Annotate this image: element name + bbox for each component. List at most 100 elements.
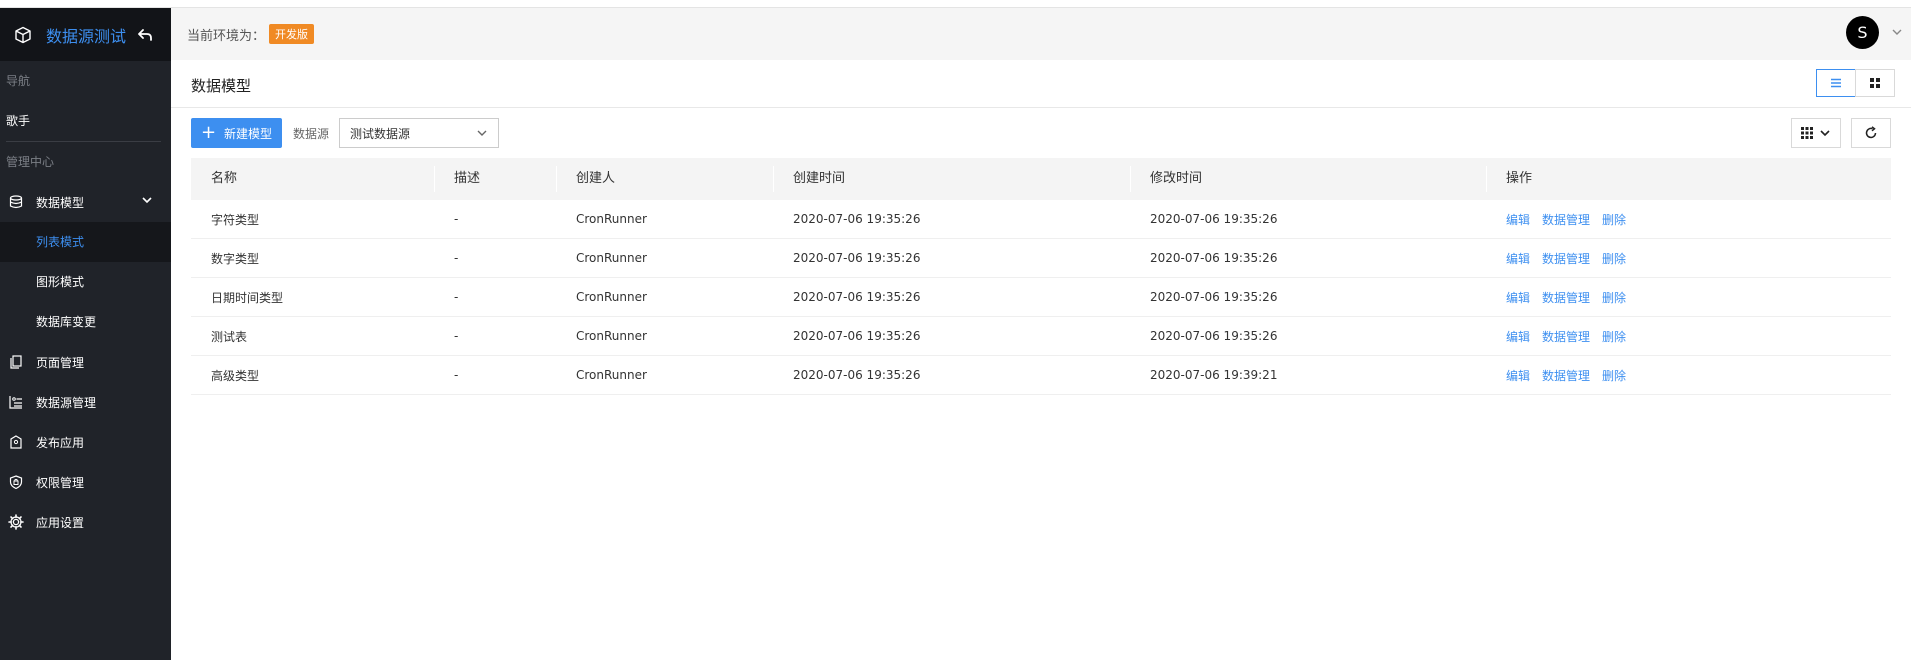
cell-name: 日期时间类型 [211, 290, 284, 305]
chevron-down-icon [141, 194, 153, 209]
sidebar-sub-graph-mode[interactable]: 图形模式 [0, 262, 171, 302]
sidebar-item-label: 应用设置 [36, 515, 85, 530]
sidebar-item-label: 权限管理 [36, 475, 85, 490]
cell-desc: - [454, 329, 459, 343]
nav-section-label: 导航 [6, 74, 31, 88]
table-row: 日期时间类型 - CronRunner 2020-07-06 19:35:26 2020… [191, 278, 1891, 317]
cell-creator: CronRunner [576, 368, 647, 382]
sidebar-item-pages[interactable]: 页面管理 [0, 342, 171, 382]
sidebar-sub-list-mode[interactable]: 列表模式 [0, 222, 171, 262]
cell-modified: 2020-07-06 19:35:26 [1150, 212, 1278, 226]
refresh-icon [1865, 126, 1877, 139]
cell-created: 2020-07-06 19:35:26 [793, 329, 921, 343]
datasource-select[interactable]: 测试数据源 [339, 118, 499, 148]
cell-creator: CronRunner [576, 251, 647, 265]
table-body: 字符类型 - CronRunner 2020-07-06 19:35:26 2020-0… [191, 200, 1891, 395]
avatar[interactable]: S [1846, 16, 1879, 49]
cell-actions: 编辑 数据管理 删除 [1486, 211, 1891, 228]
delete-link[interactable]: 删除 [1602, 252, 1626, 266]
edit-link[interactable]: 编辑 [1506, 252, 1530, 266]
app-root: 数据源测试 导航 歌手 管理中心 数据模型 列表模式 图形模式 数据库变更 页面… [0, 0, 1911, 660]
column-header-created: 创建时间 [773, 158, 1130, 200]
delete-link[interactable]: 删除 [1602, 213, 1626, 227]
admin-section-label: 管理中心 [6, 155, 55, 169]
datasource-value: 测试数据源 [350, 126, 411, 141]
cell-modified: 2020-07-06 19:35:26 [1150, 251, 1278, 265]
cell-desc: - [454, 290, 459, 304]
table-row: 测试表 - CronRunner 2020-07-06 19:35:26 2020-07… [191, 317, 1891, 356]
column-header-actions: 操作 [1486, 158, 1891, 200]
page-title: 数据模型 [191, 77, 252, 95]
column-header-modified: 修改时间 [1130, 158, 1486, 200]
sidebar: 数据源测试 导航 歌手 管理中心 数据模型 列表模式 图形模式 数据库变更 页面… [0, 8, 171, 660]
cell-actions: 编辑 数据管理 删除 [1486, 289, 1891, 306]
cell-created: 2020-07-06 19:35:26 [793, 251, 921, 265]
datasource-icon [8, 394, 24, 410]
sidebar-item-singer[interactable]: 歌手 [0, 101, 171, 141]
shield-icon [8, 474, 24, 490]
database-icon [8, 194, 24, 210]
cell-modified: 2020-07-06 19:39:21 [1150, 368, 1278, 382]
table-header: 名称 描述 创建人 创建时间 修改时间 操作 [191, 158, 1891, 200]
sidebar-item-publish[interactable]: 发布应用 [0, 422, 171, 462]
sidebar-item-label: 数据源管理 [36, 395, 97, 410]
sidebar-item-settings[interactable]: 应用设置 [0, 502, 171, 542]
chevron-down-icon[interactable] [1891, 26, 1903, 41]
data-manage-link[interactable]: 数据管理 [1542, 330, 1590, 344]
sidebar-item-label: 数据模型 [36, 195, 85, 210]
list-icon [1831, 78, 1841, 88]
top-edge [0, 0, 1911, 8]
back-icon[interactable] [135, 25, 155, 45]
cube-icon [12, 24, 34, 46]
cell-created: 2020-07-06 19:35:26 [793, 290, 921, 304]
new-model-button[interactable]: + 新建模型 [191, 118, 282, 148]
toolbar: + 新建模型 数据源 测试数据源 [171, 108, 1911, 158]
env-badge: 开发版 [269, 24, 315, 44]
app-header: 数据源测试 [0, 8, 171, 61]
sidebar-sub-db-change[interactable]: 数据库变更 [0, 302, 171, 342]
cell-actions: 编辑 数据管理 删除 [1486, 367, 1891, 384]
grid-view-button[interactable] [1855, 69, 1895, 97]
table-row: 高级类型 - CronRunner 2020-07-06 19:35:26 2020-0… [191, 356, 1891, 395]
chevron-down-icon [476, 127, 488, 142]
data-manage-link[interactable]: 数据管理 [1542, 213, 1590, 227]
publish-icon [8, 434, 24, 450]
refresh-button[interactable] [1851, 118, 1891, 148]
sidebar-item-data-model[interactable]: 数据模型 [0, 182, 171, 222]
sidebar-item-permissions[interactable]: 权限管理 [0, 462, 171, 502]
cell-name: 高级类型 [211, 368, 260, 383]
table-row: 数字类型 - CronRunner 2020-07-06 19:35:26 2020-0… [191, 239, 1891, 278]
sidebar-item-datasource[interactable]: 数据源管理 [0, 382, 171, 422]
top-bar: 当前环境为： 开发版 S [171, 8, 1911, 60]
data-manage-link[interactable]: 数据管理 [1542, 291, 1590, 305]
data-manage-link[interactable]: 数据管理 [1542, 369, 1590, 383]
grid-icon [1870, 78, 1880, 88]
edit-link[interactable]: 编辑 [1506, 213, 1530, 227]
column-settings-button[interactable] [1791, 118, 1841, 148]
cell-desc: - [454, 212, 459, 226]
gear-icon [8, 514, 24, 530]
edit-link[interactable]: 编辑 [1506, 291, 1530, 305]
column-header-name: 名称 [211, 171, 238, 186]
delete-link[interactable]: 删除 [1602, 291, 1626, 305]
models-table: 名称 描述 创建人 创建时间 修改时间 操作 字符类型 - CronRunner 20… [191, 158, 1891, 395]
column-header-creator: 创建人 [556, 158, 773, 200]
cell-modified: 2020-07-06 19:35:26 [1150, 329, 1278, 343]
cell-created: 2020-07-06 19:35:26 [793, 212, 921, 226]
new-model-label: 新建模型 [224, 126, 273, 141]
cell-actions: 编辑 数据管理 删除 [1486, 328, 1891, 345]
data-manage-link[interactable]: 数据管理 [1542, 252, 1590, 266]
list-view-button[interactable] [1816, 69, 1856, 97]
delete-link[interactable]: 删除 [1602, 369, 1626, 383]
edit-link[interactable]: 编辑 [1506, 330, 1530, 344]
sidebar-item-label: 发布应用 [36, 435, 85, 450]
pages-icon [8, 354, 24, 370]
cell-desc: - [454, 368, 459, 382]
cell-name: 测试表 [211, 329, 248, 344]
edit-link[interactable]: 编辑 [1506, 369, 1530, 383]
column-header-desc: 描述 [434, 158, 556, 200]
datasource-label: 数据源 [293, 127, 330, 141]
cell-actions: 编辑 数据管理 删除 [1486, 250, 1891, 267]
view-toggle [1816, 69, 1895, 97]
delete-link[interactable]: 删除 [1602, 330, 1626, 344]
